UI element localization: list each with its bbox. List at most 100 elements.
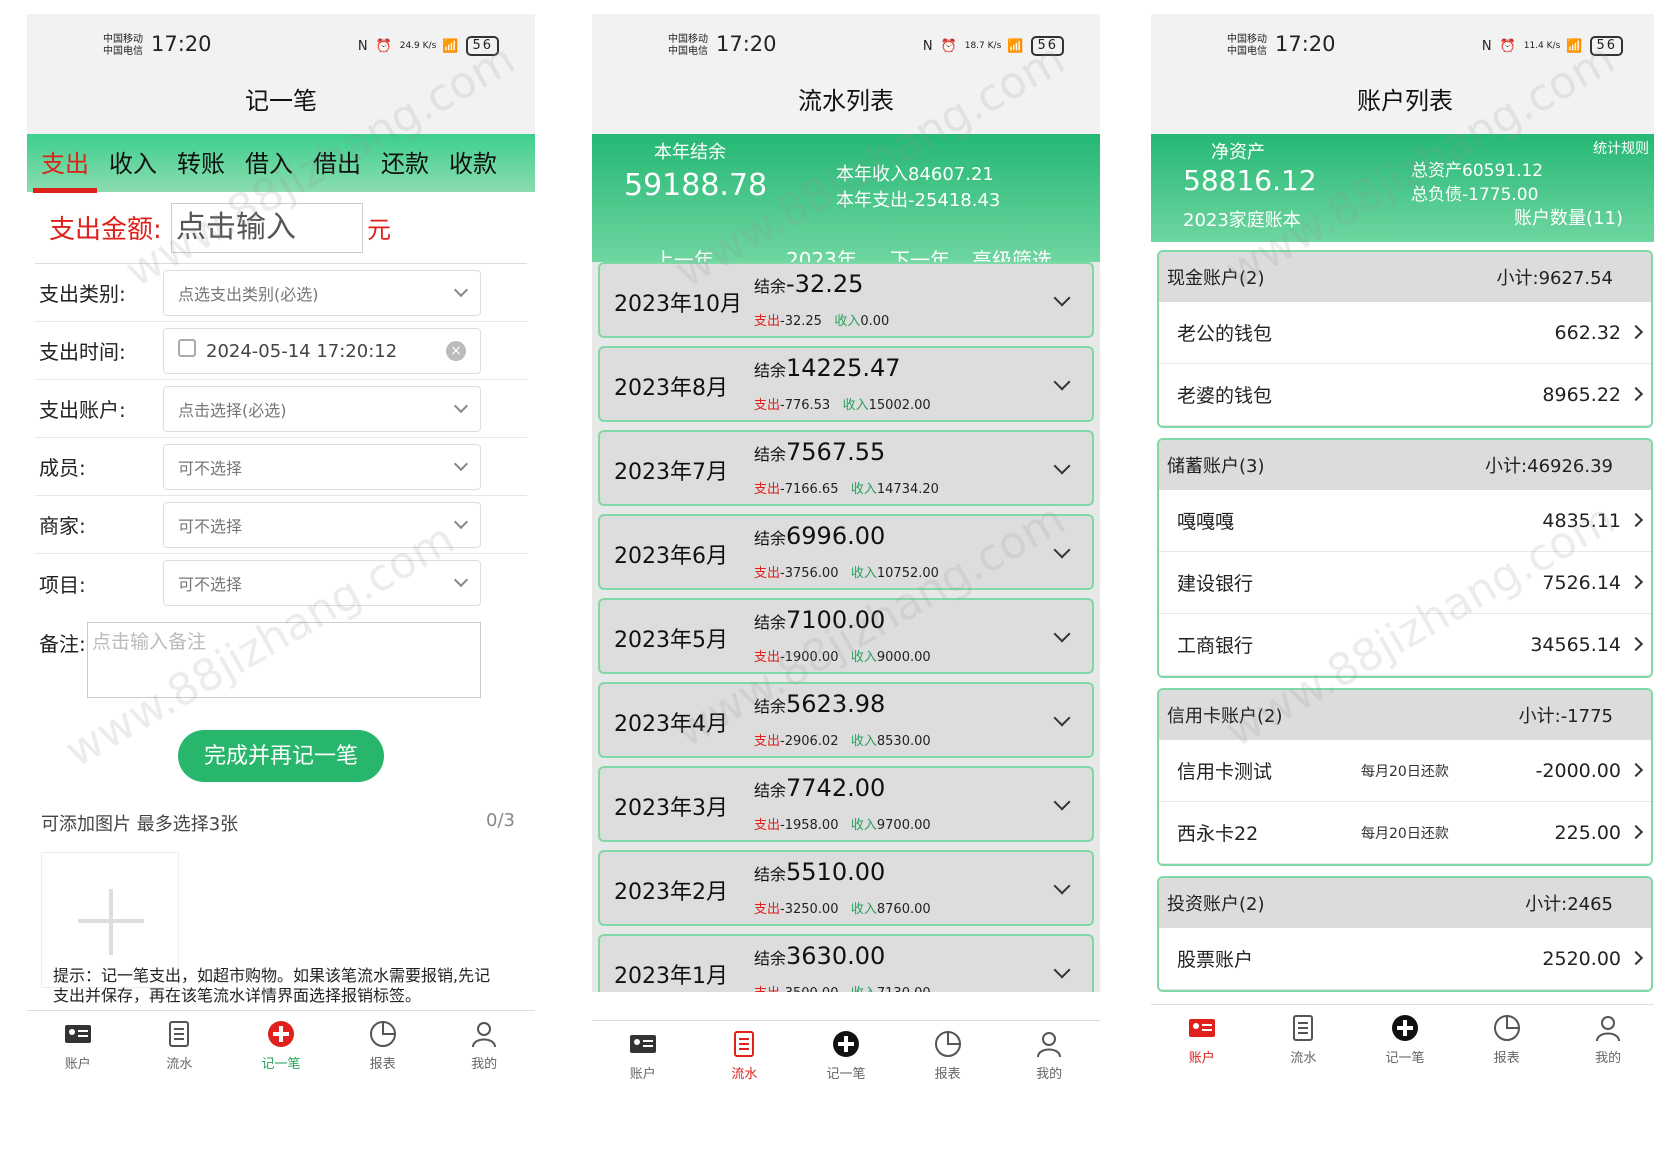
month-balance: 结余-32.25	[754, 270, 864, 298]
project-select[interactable]: 可不选择	[163, 560, 481, 606]
account-balance: 2520.00	[1542, 947, 1621, 970]
category-select[interactable]: 点选支出类别(必选)	[163, 269, 481, 316]
account-item[interactable]: 嘎嘎嘎 4835.11	[1159, 490, 1651, 552]
net-asset-summary: 净资产 统计规则 58816.12 2023家庭账本 总资产60591.12 总…	[1151, 134, 1654, 242]
account-balance: -2000.00	[1535, 759, 1621, 782]
account-select[interactable]: 点击选择(必选)	[163, 385, 481, 432]
carrier: 中国移动 中国电信	[103, 34, 143, 57]
month-card[interactable]: 2023年10月 结余-32.25 支出-32.25 收入0.00	[598, 262, 1094, 338]
wifi-icon: 📶	[442, 38, 461, 54]
tab-flow[interactable]: 流水	[1253, 1005, 1355, 1074]
book-name: 2023家庭账本	[1183, 210, 1301, 231]
year-label: 本年结余	[654, 142, 726, 163]
group-header[interactable]: 储蓄账户(3) 小计:46926.39	[1159, 440, 1651, 490]
add-circle-icon	[267, 1021, 294, 1047]
time-picker[interactable]: 2024-05-14 17:20:12 ×	[163, 327, 481, 374]
month-card[interactable]: 2023年4月 结余5623.98 支出-2906.02 收入8530.00	[598, 682, 1094, 758]
account-balance: 7526.14	[1542, 571, 1621, 594]
year-income: 本年收入84607.21	[836, 164, 994, 185]
tab-report[interactable]: 报表	[897, 1021, 999, 1090]
group-header[interactable]: 现金账户(2) 小计:9627.54	[1159, 252, 1651, 302]
chevron-down-icon	[1053, 457, 1071, 475]
month-detail: 支出-32.25 收入0.00	[754, 314, 890, 329]
merchant-select[interactable]: 可不选择	[163, 501, 481, 548]
tab-lend-out[interactable]: 借出	[313, 144, 361, 183]
account-name: 嘎嘎嘎	[1177, 511, 1235, 533]
month-name: 2023年8月	[614, 376, 728, 401]
tab-accounts[interactable]: 账户	[1151, 1005, 1253, 1074]
battery-icon: 56	[1590, 36, 1623, 56]
account-item[interactable]: 工商银行 34565.14	[1159, 614, 1651, 676]
month-detail: 支出-3756.00 收入10752.00	[754, 566, 939, 581]
clear-icon[interactable]: ×	[446, 340, 466, 361]
note-input[interactable]: 点击输入备注	[87, 622, 481, 698]
account-name: 西永卡22	[1177, 823, 1259, 845]
tab-collect[interactable]: 收款	[449, 144, 497, 183]
tab-mine[interactable]: 我的	[1557, 1005, 1654, 1074]
group-header[interactable]: 信用卡账户(2) 小计:-1775	[1159, 690, 1651, 740]
field-merchant: 商家: 可不选择	[35, 496, 527, 554]
account-item[interactable]: 建设银行 7526.14	[1159, 552, 1651, 614]
month-balance: 结余7567.55	[754, 438, 886, 466]
tip-text: 提示：记一笔支出，如超市购物。如果该笔流水需要报销,先记支出并保存，再在该笔流水…	[53, 966, 491, 1005]
user-icon	[1037, 1032, 1062, 1058]
tab-flow[interactable]: 流水	[694, 1021, 796, 1090]
tab-record[interactable]: 记一笔	[795, 1021, 897, 1090]
pie-chart-icon	[369, 1021, 396, 1047]
month-card[interactable]: 2023年1月 结余3630.00 支出-3500.00 收入7130.00	[598, 934, 1094, 992]
account-group: 现金账户(2) 小计:9627.54 老公的钱包 662.32 老婆的钱包 8965.22	[1157, 250, 1653, 428]
net-speed: 24.9 K/s	[399, 41, 437, 51]
month-card[interactable]: 2023年8月 结余14225.47 支出-776.53 收入15002.00	[598, 346, 1094, 422]
field-project: 项目: 可不选择	[35, 554, 527, 612]
chevron-right-icon	[1628, 762, 1644, 778]
account-balance: 34565.14	[1530, 633, 1621, 656]
tab-record[interactable]: 记一笔	[1354, 1005, 1456, 1074]
chevron-right-icon	[1628, 574, 1644, 590]
group-header[interactable]: 投资账户(2) 小计:2465	[1159, 878, 1651, 928]
chevron-right-icon	[1628, 824, 1644, 840]
month-card[interactable]: 2023年2月 结余5510.00 支出-3250.00 收入8760.00	[598, 850, 1094, 926]
month-card[interactable]: 2023年3月 结余7742.00 支出-1958.00 收入9700.00	[598, 766, 1094, 842]
submit-button[interactable]: 完成并再记一笔	[178, 730, 384, 782]
account-balance: 225.00	[1554, 821, 1621, 844]
field-label: 备注:	[39, 632, 86, 656]
account-item[interactable]: 老公的钱包 662.32	[1159, 302, 1651, 364]
account-item[interactable]: 股票账户 2520.00	[1159, 928, 1651, 990]
chevron-right-icon	[1628, 512, 1644, 528]
tab-report[interactable]: 报表	[1456, 1005, 1558, 1074]
month-card[interactable]: 2023年7月 结余7567.55 支出-7166.65 收入14734.20	[598, 430, 1094, 506]
tab-borrow-in[interactable]: 借入	[245, 144, 293, 183]
field-member: 成员: 可不选择	[35, 438, 527, 496]
tab-expense[interactable]: 支出	[33, 144, 97, 193]
type-tabs: 支出 收入 转账 借入 借出 还款 收款	[27, 134, 535, 193]
year-expense: 本年支出-25418.43	[836, 190, 1001, 211]
year-summary: 本年结余 59188.78 本年收入84607.21 本年支出-25418.43…	[592, 134, 1100, 272]
account-item[interactable]: 老婆的钱包 8965.22	[1159, 364, 1651, 426]
member-select[interactable]: 可不选择	[163, 443, 481, 490]
tab-mine[interactable]: 我的	[433, 1011, 535, 1080]
tab-record[interactable]: 记一笔	[230, 1011, 332, 1080]
stats-rule-link[interactable]: 统计规则	[1593, 138, 1649, 158]
tab-accounts[interactable]: 账户	[592, 1021, 694, 1090]
tab-repay[interactable]: 还款	[381, 144, 429, 183]
tab-income[interactable]: 收入	[109, 144, 157, 183]
carrier: 中国移动 中国电信	[1227, 34, 1267, 57]
tab-bar: 账户 流水 记一笔 报表 我的	[592, 1020, 1100, 1090]
amount-input[interactable]: 点击输入	[171, 202, 363, 253]
nfc-icon: N	[357, 38, 370, 54]
tab-mine[interactable]: 我的	[998, 1021, 1100, 1090]
tab-accounts[interactable]: 账户	[27, 1011, 129, 1080]
clock: 17:20	[1275, 32, 1336, 56]
carrier: 中国移动 中国电信	[668, 34, 708, 57]
add-circle-icon	[1391, 1015, 1418, 1041]
account-name: 工商银行	[1177, 635, 1254, 657]
account-item[interactable]: 西永卡22 每月20日还款 225.00	[1159, 802, 1651, 864]
account-name: 建设银行	[1177, 573, 1254, 595]
tab-report[interactable]: 报表	[332, 1011, 434, 1080]
screen-account-list: 中国移动 中国电信 17:20 N ⏰ 11.4 K/s 📶 56 账户列表 净资产 统计…	[1151, 14, 1654, 1144]
month-card[interactable]: 2023年5月 结余7100.00 支出-1900.00 收入9000.00	[598, 598, 1094, 674]
account-item[interactable]: 信用卡测试 每月20日还款 -2000.00	[1159, 740, 1651, 802]
tab-flow[interactable]: 流水	[129, 1011, 231, 1080]
tab-transfer[interactable]: 转账	[177, 144, 225, 183]
month-card[interactable]: 2023年6月 结余6996.00 支出-3756.00 收入10752.00	[598, 514, 1094, 590]
